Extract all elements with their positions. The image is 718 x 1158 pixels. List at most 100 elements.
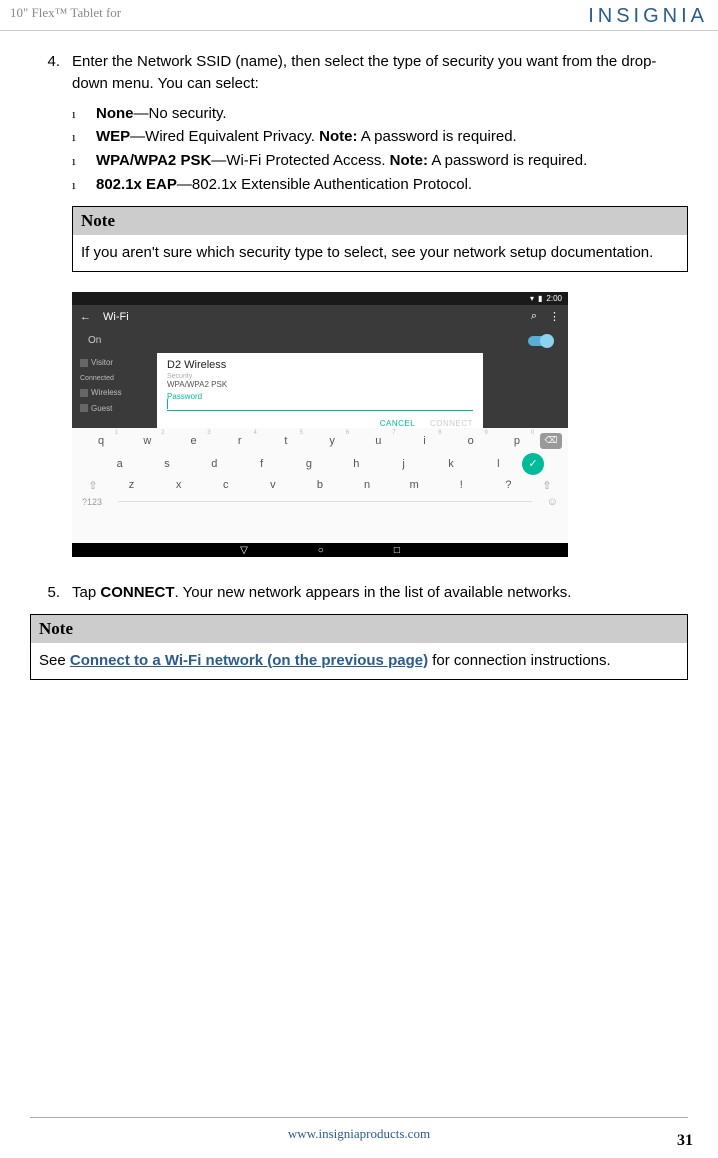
topbar-title: Wi-Fi bbox=[103, 311, 129, 323]
option-desc: —Wired Equivalent Privacy. bbox=[130, 128, 319, 145]
key[interactable]: ! bbox=[438, 479, 485, 491]
step-4: 4. Enter the Network SSID (name), then s… bbox=[30, 51, 688, 95]
wifi-connect-dialog: D2 Wireless Security WPA/WPA2 PSK Passwo… bbox=[157, 353, 568, 428]
page-header: 10" Flex™ Tablet for INSIGNIA bbox=[0, 0, 718, 31]
network-name[interactable]: Visitor bbox=[91, 358, 113, 367]
wifi-network-list: Visitor Connected Wireless Guest bbox=[72, 353, 157, 428]
keyboard-row-4: ?123 ☺ bbox=[78, 496, 562, 508]
header-left-text: 10" Flex™ Tablet for bbox=[10, 5, 121, 21]
backspace-key[interactable]: ⌫ bbox=[540, 433, 562, 449]
list-item: ı WPA/WPA2 PSK—Wi-Fi Protected Access. N… bbox=[72, 150, 688, 172]
key[interactable]: 2w bbox=[124, 435, 170, 447]
network-status: Connected bbox=[80, 373, 149, 384]
keyboard-row-1: 1q 2w 3e 4r 5t 6y 7u 8i 9o 0p ⌫ bbox=[78, 433, 562, 449]
lock-icon bbox=[80, 389, 88, 397]
nav-home-icon[interactable]: ○ bbox=[318, 545, 324, 556]
note-body: If you aren't sure which security type t… bbox=[73, 235, 687, 271]
step-text: Enter the Network SSID (name), then sele… bbox=[72, 51, 688, 95]
key[interactable]: b bbox=[296, 479, 343, 491]
note-header: Note bbox=[73, 207, 687, 235]
key[interactable]: d bbox=[191, 458, 238, 470]
on-label: On bbox=[88, 335, 101, 346]
lock-icon bbox=[80, 359, 88, 367]
key[interactable]: 4r bbox=[217, 435, 263, 447]
note-box-2: Note See Connect to a Wi-Fi network (on … bbox=[30, 614, 688, 680]
bullet-icon: ı bbox=[72, 103, 96, 124]
key[interactable]: 8i bbox=[401, 435, 447, 447]
key[interactable]: k bbox=[427, 458, 474, 470]
key[interactable]: c bbox=[202, 479, 249, 491]
page-content: 4. Enter the Network SSID (name), then s… bbox=[0, 51, 718, 680]
list-item: ı WEP—Wired Equivalent Privacy. Note: A … bbox=[72, 126, 688, 148]
emoji-key[interactable]: ☺ bbox=[532, 496, 562, 508]
list-item: ı None—No security. bbox=[72, 103, 688, 125]
battery-icon: ▮ bbox=[538, 294, 542, 303]
page-footer: www.insigniaproducts.com bbox=[0, 1117, 718, 1143]
key[interactable]: z bbox=[108, 479, 155, 491]
password-label: Password bbox=[167, 392, 473, 401]
note-box-1: Note If you aren't sure which security t… bbox=[72, 206, 688, 272]
option-name: WPA/WPA2 PSK bbox=[96, 152, 211, 169]
key[interactable]: l bbox=[475, 458, 522, 470]
key[interactable]: 9o bbox=[448, 435, 494, 447]
key[interactable]: 7u bbox=[355, 435, 401, 447]
shift-key[interactable]: ⇧ bbox=[78, 479, 108, 492]
android-screenshot: ▾ ▮ 2:00 ← Wi-Fi ⌕ ⋮ On Visitor Connecte… bbox=[72, 292, 568, 557]
on-screen-keyboard: 1q 2w 3e 4r 5t 6y 7u 8i 9o 0p ⌫ a s d f bbox=[72, 428, 568, 543]
shift-key[interactable]: ⇧ bbox=[532, 479, 562, 492]
network-name[interactable]: Guest bbox=[91, 404, 112, 413]
key[interactable]: v bbox=[249, 479, 296, 491]
brand-logo: INSIGNIA bbox=[588, 5, 708, 28]
step-text: Tap CONNECT. Your new network appears in… bbox=[72, 582, 688, 604]
wifi-toggle[interactable] bbox=[528, 336, 552, 346]
network-name[interactable]: Wireless bbox=[91, 388, 122, 397]
key[interactable]: a bbox=[96, 458, 143, 470]
option-desc: —No security. bbox=[134, 105, 227, 122]
key[interactable]: g bbox=[285, 458, 332, 470]
key[interactable]: f bbox=[238, 458, 285, 470]
key[interactable]: 5t bbox=[263, 435, 309, 447]
key[interactable]: 6y bbox=[309, 435, 355, 447]
connect-button[interactable]: CONNECT bbox=[430, 419, 473, 428]
note-text: A password is required. bbox=[357, 128, 516, 145]
wifi-topbar: ← Wi-Fi ⌕ ⋮ bbox=[72, 305, 568, 329]
security-value: WPA/WPA2 PSK bbox=[167, 380, 473, 389]
wifi-icon: ▾ bbox=[530, 294, 534, 303]
password-input[interactable] bbox=[167, 401, 473, 411]
cancel-button[interactable]: CANCEL bbox=[380, 419, 415, 428]
bullet-icon: ı bbox=[72, 150, 96, 171]
bullet-icon: ı bbox=[72, 126, 96, 147]
key[interactable]: h bbox=[333, 458, 380, 470]
list-item: ı 802.1x EAP—802.1x Extensible Authentic… bbox=[72, 174, 688, 196]
lock-icon bbox=[80, 404, 88, 412]
note-body: See Connect to a Wi-Fi network (on the p… bbox=[31, 643, 687, 679]
nav-back-icon[interactable]: ▽ bbox=[240, 545, 248, 556]
note-text: A password is required. bbox=[428, 152, 587, 169]
key[interactable]: 3e bbox=[170, 435, 216, 447]
key[interactable]: 1q bbox=[78, 435, 124, 447]
numeric-key[interactable]: ?123 bbox=[78, 497, 118, 507]
key[interactable]: m bbox=[391, 479, 438, 491]
option-name: 802.1x EAP bbox=[96, 176, 177, 193]
key[interactable]: s bbox=[143, 458, 190, 470]
key[interactable]: ? bbox=[485, 479, 532, 491]
nav-recent-icon[interactable]: □ bbox=[394, 545, 400, 556]
footer-url[interactable]: www.insigniaproducts.com bbox=[288, 1126, 430, 1141]
key[interactable]: j bbox=[380, 458, 427, 470]
keyboard-row-3: ⇧ z x c v b n m ! ? ⇧ bbox=[78, 479, 562, 492]
search-icon[interactable]: ⌕ bbox=[531, 310, 537, 323]
option-name: None bbox=[96, 105, 134, 122]
dialog-title: D2 Wireless bbox=[167, 359, 473, 371]
note-label: Note: bbox=[390, 152, 428, 169]
key[interactable]: n bbox=[344, 479, 391, 491]
cross-reference-link[interactable]: Connect to a Wi-Fi network (on the previ… bbox=[70, 652, 428, 669]
key[interactable]: x bbox=[155, 479, 202, 491]
spacebar-key[interactable] bbox=[118, 501, 532, 502]
note-label: Note: bbox=[319, 128, 357, 145]
key[interactable]: 0p bbox=[494, 435, 540, 447]
enter-key[interactable]: ✓ bbox=[522, 453, 544, 475]
step-number: 5. bbox=[30, 582, 72, 604]
back-icon[interactable]: ← bbox=[80, 311, 91, 323]
android-navbar: ▽ ○ □ bbox=[72, 543, 568, 557]
menu-icon[interactable]: ⋮ bbox=[549, 310, 560, 323]
